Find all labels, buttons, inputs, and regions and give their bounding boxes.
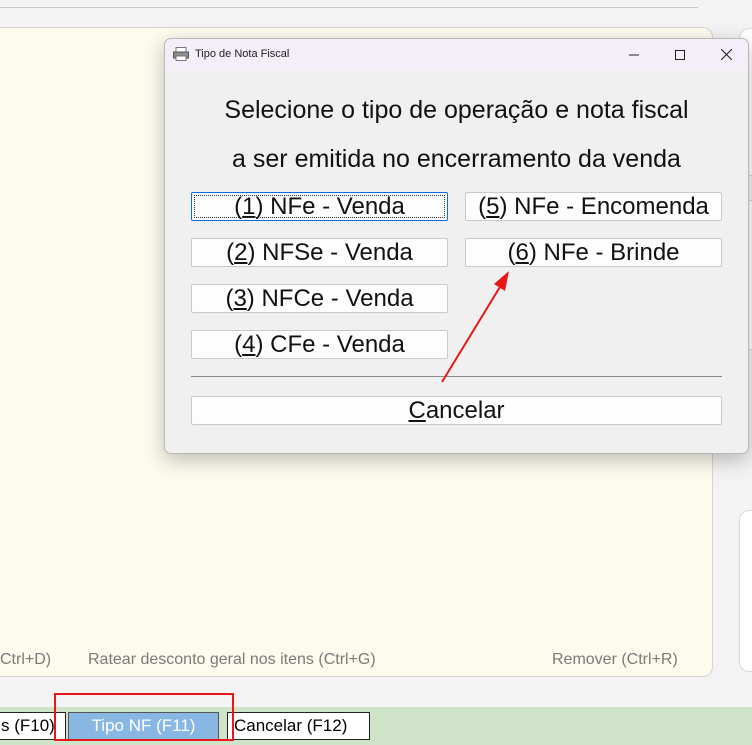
dialog-titlebar[interactable]: Tipo de Nota Fiscal bbox=[165, 39, 748, 70]
hint-discount: Ctrl+D) bbox=[0, 651, 52, 668]
option-label: NFe - Brinde bbox=[536, 239, 680, 266]
hint-apportion-discount: Ratear desconto geral nos itens (Ctrl+G) bbox=[88, 651, 376, 668]
dialog-title: Tipo de Nota Fiscal bbox=[195, 48, 290, 60]
top-divider bbox=[0, 7, 698, 8]
close-button[interactable] bbox=[703, 39, 749, 70]
option-key: 4 bbox=[242, 331, 256, 358]
option-nfce-venda-button[interactable]: (3) NFCe - Venda bbox=[191, 284, 448, 313]
maximize-icon bbox=[675, 49, 685, 60]
option-label: CFe - Venda bbox=[263, 331, 405, 358]
dialog-heading-line2: a ser emitida no encerramento da venda bbox=[232, 145, 681, 173]
close-icon bbox=[720, 49, 732, 60]
option-label: NFSe - Venda bbox=[255, 239, 413, 266]
cancel-sale-button[interactable]: Cancelar (F12) bbox=[227, 712, 370, 740]
option-label: NFe - Encomenda bbox=[507, 193, 709, 220]
option-nfse-venda-button[interactable]: (2) NFSe - Venda bbox=[191, 238, 448, 267]
minimize-icon bbox=[629, 54, 639, 55]
option-key: 3 bbox=[233, 285, 247, 312]
highlight-annotation bbox=[54, 693, 234, 741]
hint-remove: Remover (Ctrl+R) bbox=[552, 651, 678, 668]
option-nfe-encomenda-button[interactable]: (5) NFe - Encomenda bbox=[465, 192, 722, 221]
option-nfe-venda-button[interactable]: (1) NFe - Venda bbox=[191, 192, 448, 221]
option-label: NFCe - Venda bbox=[254, 285, 414, 312]
maximize-button[interactable] bbox=[657, 39, 703, 70]
option-key: 1 bbox=[242, 193, 256, 220]
minimize-button[interactable] bbox=[611, 39, 657, 70]
right-panel-bottom bbox=[739, 510, 752, 672]
cancel-key: C bbox=[408, 397, 426, 424]
dialog-heading-line1: Selecione o tipo de operação e nota fisc… bbox=[224, 96, 689, 124]
printer-icon bbox=[173, 47, 189, 61]
option-key: 2 bbox=[234, 239, 248, 266]
top-strip bbox=[0, 0, 752, 28]
cancel-button[interactable]: Cancelar bbox=[191, 396, 722, 425]
option-key: 6 bbox=[515, 239, 529, 266]
cancel-label: ancelar bbox=[425, 397, 505, 424]
option-key: 5 bbox=[486, 193, 500, 220]
option-label: NFe - Venda bbox=[263, 193, 405, 220]
option-cfe-venda-button[interactable]: (4) CFe - Venda bbox=[191, 330, 448, 359]
option-nfe-brinde-button[interactable]: (6) NFe - Brinde bbox=[465, 238, 722, 267]
nota-fiscal-dialog: Tipo de Nota Fiscal Selecione o tipo de … bbox=[164, 38, 749, 454]
dialog-separator bbox=[191, 376, 722, 377]
